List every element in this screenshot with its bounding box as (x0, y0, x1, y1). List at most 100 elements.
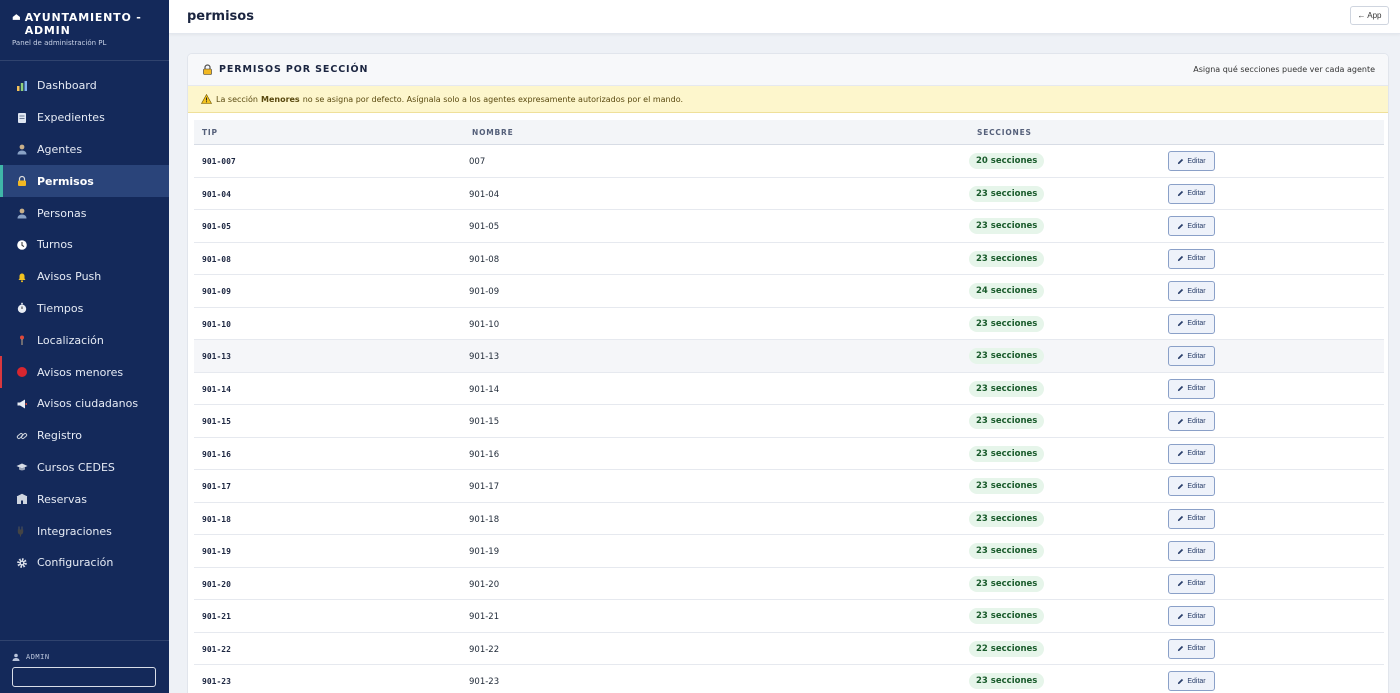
sidebar-item-avisos-ciudadanos[interactable]: Avisos ciudadanos (0, 388, 169, 420)
edit-button[interactable]: Editar (1168, 216, 1215, 236)
link-icon (16, 430, 28, 442)
edit-button-label: Editar (1187, 287, 1206, 295)
lock-icon (203, 64, 212, 75)
cell-nombre: 901-21 (469, 612, 500, 622)
sections-count-badge: 23 secciones (969, 478, 1045, 494)
sidebar-item-dashboard[interactable]: Dashboard (0, 70, 169, 102)
table-row: 901-09 901-09 24 secciones Editar (194, 275, 1384, 308)
sidebar-item-cursos-cedes[interactable]: Cursos CEDES (0, 452, 169, 484)
bar-chart-icon (16, 80, 28, 92)
cell-nombre: 901-20 (469, 579, 500, 590)
user-name: ADMIN (26, 653, 50, 661)
edit-button[interactable]: Editar (1168, 573, 1215, 594)
sidebar-item-label: Reservas (37, 492, 87, 506)
edit-button[interactable]: Editar (1168, 313, 1215, 334)
sidebar-item-registro[interactable]: Registro (0, 420, 169, 452)
card-title: PERMISOS POR SECCIÓN (202, 64, 368, 75)
sidebar-item-turnos[interactable]: Turnos (0, 229, 169, 261)
sidebar-item-label: Expedientes (37, 111, 105, 125)
edit-button-label: Editar (1187, 385, 1206, 392)
sidebar-item-agentes[interactable]: Agentes (0, 134, 169, 166)
permissions-card: PERMISOS POR SECCIÓN Asigna qué seccione… (187, 53, 1389, 693)
bell-icon (16, 271, 28, 283)
table-row: 901-10 901-10 23 secciones Editar (194, 308, 1384, 340)
pencil-icon (1178, 288, 1184, 294)
building-icon (12, 14, 20, 20)
brand: AYUNTAMIENTO - ADMIN Panel de administra… (0, 0, 169, 61)
edit-button[interactable]: Editar (1168, 476, 1215, 496)
cell-nombre: 901-10 (469, 319, 500, 330)
table-row: 901-15 901-15 23 secciones Editar (194, 405, 1384, 438)
sidebar-item-label: Cursos CEDES (37, 460, 115, 474)
warning-text-prefix: La sección (216, 94, 258, 104)
cell-nombre: 901-14 (469, 384, 500, 395)
page-title: permisos (187, 9, 254, 24)
column-header-tip: TIP (202, 128, 218, 137)
edit-button[interactable]: Editar (1168, 606, 1215, 626)
sections-count-badge: 23 secciones (969, 673, 1045, 689)
pencil-icon (1178, 385, 1184, 392)
edit-button[interactable]: Editar (1168, 183, 1215, 204)
plug-icon (16, 525, 28, 537)
sidebar-input[interactable] (12, 667, 156, 687)
sidebar-item-avisos-push[interactable]: Avisos Push (0, 261, 169, 293)
sidebar-item-integraciones[interactable]: Integraciones (0, 515, 169, 547)
sidebar-item-label: Turnos (37, 238, 73, 252)
sidebar-item-reservas[interactable]: Reservas (0, 483, 169, 515)
pencil-icon (1178, 158, 1184, 164)
sidebar-item-label: Personas (37, 206, 87, 220)
pencil-icon (1178, 613, 1184, 619)
cell-tip: 901-21 (202, 612, 231, 621)
sidebar-item-tiempos[interactable]: Tiempos (0, 293, 169, 325)
sections-count-badge: 23 secciones (969, 413, 1045, 429)
cell-nombre: 901-08 (469, 254, 500, 265)
card-title-text: PERMISOS POR SECCIÓN (219, 64, 369, 75)
table-row: 901-19 901-19 23 secciones Editar (194, 535, 1384, 568)
sidebar-item-configuracion[interactable]: Configuración (0, 547, 169, 579)
sections-count-badge: 23 secciones (969, 608, 1045, 624)
table-header: TIP NOMBRE SECCIONES (194, 120, 1384, 145)
cell-tip: 901-08 (202, 254, 231, 264)
sections-count-badge: 23 secciones (969, 185, 1045, 202)
edit-button[interactable]: Editar (1168, 281, 1215, 301)
edit-button[interactable]: Editar (1168, 411, 1215, 431)
edit-button-label: Editar (1187, 222, 1206, 230)
cell-nombre: 901-04 (469, 189, 500, 200)
table-row: 901-14 901-14 23 secciones Editar (194, 373, 1384, 405)
sidebar-item-personas[interactable]: Personas (0, 197, 169, 229)
brand-title-text: AYUNTAMIENTO - ADMIN (24, 11, 142, 37)
cell-tip: 901-18 (202, 514, 231, 524)
table-row: 901-21 901-21 23 secciones Editar (194, 600, 1384, 633)
pencil-icon (1178, 255, 1184, 262)
cell-tip: 901-13 (202, 352, 231, 361)
sidebar-item-label: Localización (37, 333, 104, 347)
warning-text-suffix: no se asigna por defecto. Asígnala solo … (302, 94, 683, 104)
edit-button[interactable]: Editar (1168, 671, 1215, 691)
table-row: 901-17 901-17 23 secciones Editar (194, 470, 1384, 503)
card-subtitle: Asigna qué secciones puede ver cada agen… (1193, 65, 1375, 74)
pencil-icon (1178, 580, 1184, 587)
edit-button[interactable]: Editar (1168, 151, 1215, 171)
edit-button[interactable]: Editar (1168, 248, 1215, 269)
sections-count-badge: 23 secciones (969, 348, 1045, 364)
edit-button[interactable]: Editar (1168, 638, 1215, 659)
edit-button-label: Editar (1187, 190, 1206, 197)
edit-button-label: Editar (1187, 547, 1206, 555)
edit-button[interactable]: Editar (1168, 443, 1215, 464)
sidebar-item-label: Avisos ciudadanos (37, 397, 139, 411)
sidebar-item-expedientes[interactable]: Expedientes (0, 102, 169, 134)
edit-button[interactable]: Editar (1168, 541, 1215, 561)
cell-tip: 901-05 (202, 222, 231, 231)
sidebar-item-permisos[interactable]: Permisos (0, 165, 169, 198)
edit-button[interactable]: Editar (1168, 378, 1215, 399)
edit-button[interactable]: Editar (1168, 346, 1215, 366)
table-row: 901-08 901-08 23 secciones Editar (194, 243, 1384, 275)
sidebar-footer: ADMIN (0, 640, 169, 693)
document-icon (16, 112, 28, 124)
cell-nombre: 901-09 (469, 287, 500, 297)
back-to-app-button[interactable]: ← App (1350, 6, 1389, 25)
sidebar-item-avisos-menores[interactable]: Avisos menores (0, 356, 169, 388)
edit-button[interactable]: Editar (1168, 508, 1215, 529)
sidebar-item-localizacion[interactable]: Localización (0, 324, 169, 356)
user-icon (12, 653, 20, 661)
